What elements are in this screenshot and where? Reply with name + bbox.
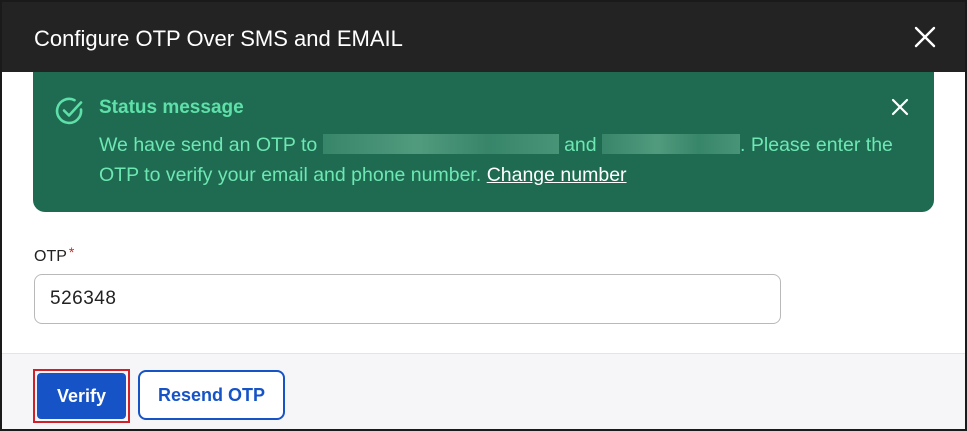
check-circle-icon xyxy=(55,97,83,125)
status-text: We have send an OTP to and . Please ente… xyxy=(99,130,919,190)
dialog-title: Configure OTP Over SMS and EMAIL xyxy=(34,26,403,51)
status-text-part: and xyxy=(558,134,603,156)
dialog-footer: Verify Resend OTP xyxy=(2,353,965,429)
redacted-email xyxy=(322,134,559,154)
dialog-titlebar: Configure OTP Over SMS and EMAIL xyxy=(2,2,965,72)
otp-label-text: OTP xyxy=(34,248,67,265)
resend-otp-button[interactable]: Resend OTP xyxy=(138,370,285,420)
verify-button[interactable]: Verify xyxy=(37,373,126,419)
change-number-link[interactable]: Change number xyxy=(487,164,627,186)
close-icon[interactable] xyxy=(910,22,940,52)
required-marker: * xyxy=(68,244,75,260)
redacted-phone xyxy=(602,134,741,154)
dismiss-status-icon[interactable] xyxy=(889,96,911,118)
dialog-frame: Configure OTP Over SMS and EMAIL Status … xyxy=(0,0,967,431)
status-message-banner: Status message We have send an OTP to an… xyxy=(33,72,934,212)
otp-label: OTP * xyxy=(34,242,74,267)
otp-input[interactable] xyxy=(34,274,781,324)
verify-highlight: Verify xyxy=(33,369,130,423)
dialog-body: Status message We have send an OTP to an… xyxy=(2,72,965,353)
status-text-part: We have send an OTP to xyxy=(99,134,323,156)
status-heading: Status message xyxy=(99,97,244,118)
